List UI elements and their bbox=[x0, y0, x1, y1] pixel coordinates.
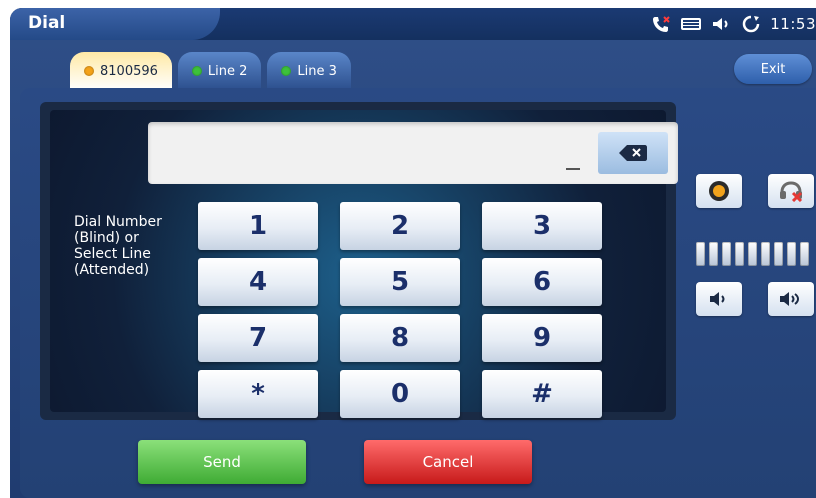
line-status-indicator bbox=[281, 66, 292, 76]
key-6[interactable]: 6 bbox=[482, 258, 602, 306]
volume-meter bbox=[696, 242, 816, 268]
line-tabs: 8100596 Line 2 Line 3 bbox=[70, 52, 351, 90]
tab-line-2[interactable]: Line 2 bbox=[177, 52, 262, 90]
side-controls bbox=[684, 88, 816, 498]
volume-segment bbox=[774, 242, 783, 266]
page-title: Dial bbox=[28, 13, 66, 33]
text-cursor bbox=[566, 168, 580, 170]
title-tab: Dial bbox=[10, 8, 220, 40]
mute-headset-icon bbox=[780, 181, 803, 202]
missed-call-icon[interactable] bbox=[650, 13, 672, 35]
volume-segment bbox=[709, 242, 718, 266]
exit-button[interactable]: Exit bbox=[734, 54, 812, 84]
volume-segment bbox=[787, 242, 796, 266]
dial-panel-inner: Dial Number (Blind) or Select Line (Atte… bbox=[50, 110, 678, 418]
tab-line-3[interactable]: Line 3 bbox=[267, 52, 351, 90]
cancel-button[interactable]: Cancel bbox=[364, 440, 532, 484]
key-7[interactable]: 7 bbox=[198, 314, 318, 362]
key-1[interactable]: 1 bbox=[198, 202, 318, 250]
key-star[interactable]: * bbox=[198, 370, 318, 418]
backspace-button[interactable] bbox=[598, 132, 668, 174]
dial-instructions: Dial Number (Blind) or Select Line (Atte… bbox=[74, 214, 162, 278]
backspace-icon bbox=[619, 145, 647, 161]
dial-number-input[interactable] bbox=[148, 122, 678, 184]
sync-icon[interactable] bbox=[740, 13, 762, 35]
record-icon bbox=[709, 181, 729, 201]
volume-segment bbox=[761, 242, 770, 266]
volume-down-icon bbox=[710, 292, 725, 306]
dial-panel: Dial Number (Blind) or Select Line (Atte… bbox=[40, 102, 678, 420]
key-9[interactable]: 9 bbox=[482, 314, 602, 362]
volume-segment bbox=[735, 242, 744, 266]
volume-segment bbox=[722, 242, 731, 266]
volume-segment bbox=[800, 242, 809, 266]
dial-window: Dial 11:53 8100596 Line 2 Line 3 Exit Di… bbox=[10, 8, 816, 498]
line-status-indicator bbox=[191, 66, 202, 76]
key-2[interactable]: 2 bbox=[340, 202, 460, 250]
screen: Dial 11:53 8100596 Line 2 Line 3 Exit Di… bbox=[0, 0, 816, 498]
status-bar: 11:53 bbox=[650, 12, 816, 36]
line-status-indicator bbox=[84, 66, 94, 76]
volume-down-button[interactable] bbox=[696, 282, 742, 316]
volume-up-button[interactable] bbox=[768, 282, 814, 316]
key-0[interactable]: 0 bbox=[340, 370, 460, 418]
clock: 11:53 bbox=[770, 15, 816, 33]
send-button[interactable]: Send bbox=[138, 440, 306, 484]
key-8[interactable]: 8 bbox=[340, 314, 460, 362]
volume-segment bbox=[696, 242, 705, 266]
volume-segment bbox=[748, 242, 757, 266]
record-button[interactable] bbox=[696, 174, 742, 208]
tab-line-1[interactable]: 8100596 bbox=[70, 52, 172, 90]
top-bar: Dial 11:53 bbox=[10, 8, 816, 40]
key-3[interactable]: 3 bbox=[482, 202, 602, 250]
volume-up-icon bbox=[780, 292, 799, 306]
keypad: 1 2 3 4 5 6 7 8 9 * 0 # bbox=[198, 202, 622, 418]
tab-label: Line 2 bbox=[207, 63, 248, 79]
tab-label: 8100596 bbox=[100, 63, 158, 79]
mute-button[interactable] bbox=[768, 174, 814, 208]
key-4[interactable]: 4 bbox=[198, 258, 318, 306]
key-5[interactable]: 5 bbox=[340, 258, 460, 306]
key-hash[interactable]: # bbox=[482, 370, 602, 418]
content-area: Dial Number (Blind) or Select Line (Atte… bbox=[20, 88, 816, 498]
keyboard-icon[interactable] bbox=[680, 13, 702, 35]
tab-label: Line 3 bbox=[297, 63, 337, 79]
volume-icon[interactable] bbox=[710, 13, 732, 35]
